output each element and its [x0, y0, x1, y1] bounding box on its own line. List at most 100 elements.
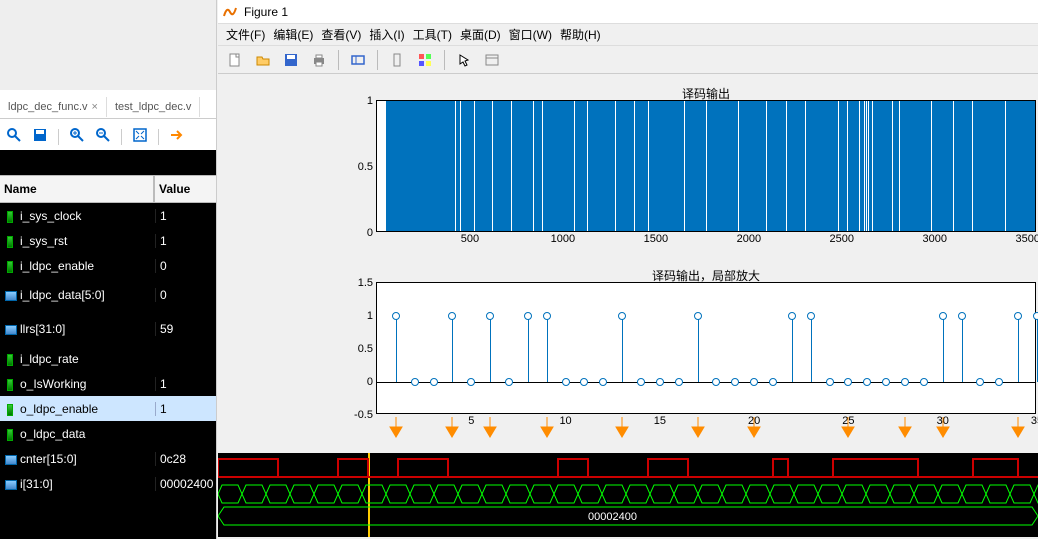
- zero-slit: [492, 101, 493, 231]
- matlab-figure-window: Figure 1 文件(F) 编辑(E) 查看(V) 插入(I) 工具(T) 桌…: [218, 0, 1038, 539]
- menu-desktop[interactable]: 桌面(D): [460, 26, 501, 43]
- figure-titlebar[interactable]: Figure 1: [218, 0, 1038, 24]
- signal-row[interactable]: o_IsWorking1: [0, 371, 216, 396]
- signal-row[interactable]: i_ldpc_enable0: [0, 253, 216, 278]
- figure-toolbar: [218, 46, 1038, 74]
- stem-marker: [712, 378, 720, 386]
- menu-help[interactable]: 帮助(H): [560, 26, 601, 43]
- stem-marker: [1014, 312, 1022, 320]
- signal-list[interactable]: i_sys_clock1i_sys_rst1i_ldpc_enable0i_ld…: [0, 203, 216, 539]
- zero-slit: [533, 101, 534, 231]
- signal-row[interactable]: i_ldpc_data[5:0]0: [0, 278, 216, 312]
- separator: [121, 129, 122, 145]
- stem-marker: [769, 378, 777, 386]
- stem-marker: [995, 378, 1003, 386]
- scalar-icon: [4, 428, 16, 440]
- stem-marker: [562, 378, 570, 386]
- xtick: 30: [937, 413, 949, 427]
- stem-marker: [637, 378, 645, 386]
- arrow-icon: [1009, 417, 1027, 441]
- stem-marker: [826, 378, 834, 386]
- rotate-icon[interactable]: [386, 49, 408, 71]
- stem-marker: [844, 378, 852, 386]
- stem-marker: [807, 312, 815, 320]
- xtick: 500: [461, 231, 479, 245]
- signal-row[interactable]: llrs[31:0]59: [0, 312, 216, 346]
- zero-slit: [455, 101, 456, 231]
- zoom-in-icon[interactable]: [69, 127, 85, 146]
- zero-slit: [868, 101, 869, 231]
- xtick: 2000: [737, 231, 761, 245]
- signal-row[interactable]: i_sys_clock1: [0, 203, 216, 228]
- save-icon[interactable]: [32, 127, 48, 146]
- matlab-logo-icon: [222, 4, 238, 20]
- data-cursor-icon[interactable]: [414, 49, 436, 71]
- signal-row[interactable]: cnter[15:0]0c28: [0, 446, 216, 471]
- save-icon[interactable]: [280, 49, 302, 71]
- arrow-icon: [538, 417, 556, 441]
- zoom-out-icon[interactable]: [95, 127, 111, 146]
- axes-top-title: 译码输出: [377, 85, 1035, 102]
- insert-icon[interactable]: [481, 49, 503, 71]
- signal-row[interactable]: i[31:0]00002400: [0, 471, 216, 496]
- signal-row[interactable]: i_ldpc_rate: [0, 346, 216, 371]
- header-value[interactable]: Value: [155, 176, 216, 202]
- stem-marker: [448, 312, 456, 320]
- arrow-icon: [481, 417, 499, 441]
- xtick: 35: [1031, 413, 1038, 427]
- xtick: 3500: [1015, 231, 1038, 245]
- open-file-icon[interactable]: [252, 49, 274, 71]
- zero-slit: [859, 101, 860, 231]
- signal-value: 1: [155, 402, 216, 416]
- axes-bottom[interactable]: 译码输出，局部放大 -0.500.511.55101520253035: [376, 282, 1036, 414]
- xtick: 2500: [830, 231, 854, 245]
- zero-slit: [766, 101, 767, 231]
- signal-name: i_ldpc_data[5:0]: [20, 288, 105, 302]
- figure-title: Figure 1: [244, 5, 288, 19]
- close-icon[interactable]: ×: [92, 101, 98, 113]
- stem-marker: [731, 378, 739, 386]
- signal-row[interactable]: o_ldpc_enable1: [0, 396, 216, 421]
- zero-slit: [847, 101, 848, 231]
- stem-marker: [411, 378, 419, 386]
- fit-icon[interactable]: [132, 127, 148, 146]
- signal-row[interactable]: o_ldpc_data: [0, 421, 216, 446]
- file-tab-1[interactable]: ldpc_dec_func.v ×: [0, 97, 107, 117]
- file-tab-2[interactable]: test_ldpc_dec.v: [107, 97, 200, 117]
- stem-marker: [505, 378, 513, 386]
- simulator-panel: ldpc_dec_func.v × test_ldpc_dec.v Name V…: [0, 0, 217, 539]
- axes-top[interactable]: 译码输出 00.51500100015002000250030003500: [376, 100, 1036, 232]
- signal-value: 59: [155, 322, 216, 336]
- scalar-icon: [4, 403, 16, 415]
- waveform-viewer[interactable]: 00002400: [218, 453, 1038, 537]
- print-icon[interactable]: [308, 49, 330, 71]
- ytick: 0: [367, 227, 377, 239]
- zero-slit: [542, 101, 543, 231]
- zero-slit: [615, 101, 616, 231]
- link-icon[interactable]: [347, 49, 369, 71]
- zero-slit: [931, 101, 932, 231]
- pointer-icon[interactable]: [453, 49, 475, 71]
- menu-view[interactable]: 查看(V): [321, 26, 361, 43]
- ytick: -0.5: [354, 409, 377, 421]
- signal-name: i_ldpc_rate: [20, 352, 79, 366]
- header-name[interactable]: Name: [0, 176, 155, 202]
- stem-marker: [939, 312, 947, 320]
- menu-file[interactable]: 文件(F): [226, 26, 265, 43]
- zero-slit: [866, 101, 867, 231]
- plot-area: 译码输出 00.51500100015002000250030003500 译码…: [218, 78, 1038, 453]
- goto-icon[interactable]: [169, 127, 185, 146]
- stem-marker: [863, 378, 871, 386]
- search-icon[interactable]: [6, 127, 22, 146]
- stem: [811, 316, 812, 382]
- menu-tools[interactable]: 工具(T): [413, 26, 452, 43]
- stem: [622, 316, 623, 382]
- menu-insert[interactable]: 插入(I): [369, 26, 404, 43]
- menu-window[interactable]: 窗口(W): [509, 26, 552, 43]
- new-file-icon[interactable]: [224, 49, 246, 71]
- ytick: 1: [367, 95, 377, 107]
- zero-slit: [574, 101, 575, 231]
- menu-edit[interactable]: 编辑(E): [273, 26, 313, 43]
- signal-row[interactable]: i_sys_rst1: [0, 228, 216, 253]
- stem-marker: [543, 312, 551, 320]
